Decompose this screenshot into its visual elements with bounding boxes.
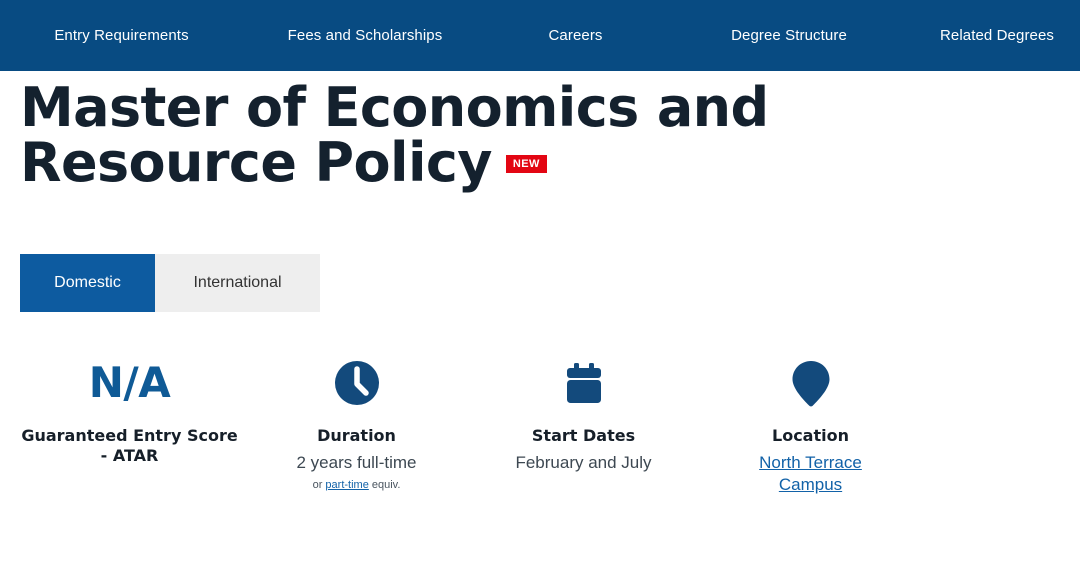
- tab-domestic[interactable]: Domestic: [20, 254, 155, 312]
- fact-card-duration: Duration 2 years full-time or part-time …: [243, 352, 470, 496]
- page-header: Master of Economics and Resource Policy N…: [0, 80, 1050, 190]
- tab-international[interactable]: International: [155, 254, 320, 312]
- nav-item-fees-and-scholarships[interactable]: Fees and Scholarships: [243, 28, 487, 43]
- new-badge: NEW: [505, 155, 547, 174]
- atar-value: N/A: [88, 358, 171, 407]
- start-dates-value: February and July: [515, 453, 652, 472]
- nav-item-degree-structure[interactable]: Degree Structure: [664, 28, 914, 43]
- nav-item-related-degrees[interactable]: Related Degrees: [914, 28, 1080, 43]
- clock-icon: [333, 352, 381, 414]
- top-navigation-bar: Entry Requirements Fees and Scholarships…: [0, 0, 1080, 71]
- part-time-link[interactable]: part-time: [325, 479, 368, 491]
- location-label: Location: [772, 426, 849, 445]
- duration-sub-suffix: equiv.: [368, 478, 401, 491]
- duration-sub: or part-time equiv.: [313, 479, 401, 491]
- calendar-icon: [560, 352, 608, 414]
- nav-item-entry-requirements[interactable]: Entry Requirements: [0, 28, 243, 43]
- atar-label: Guaranteed Entry Score - ATAR: [21, 426, 238, 465]
- duration-label: Duration: [317, 426, 396, 445]
- map-pin-icon: [787, 352, 835, 414]
- fact-card-atar: N/A Guaranteed Entry Score - ATAR: [16, 352, 243, 496]
- nav-item-careers[interactable]: Careers: [487, 28, 664, 43]
- fact-card-location: Location North Terrace Campus: [697, 352, 924, 496]
- start-dates-label: Start Dates: [531, 426, 636, 445]
- fact-card-start-dates: Start Dates February and July: [470, 352, 697, 496]
- location-campus-link[interactable]: North Terrace Campus: [736, 452, 886, 496]
- degree-facts-row: N/A Guaranteed Entry Score - ATAR Durati…: [10, 352, 1070, 496]
- atar-value-slot: N/A: [89, 352, 171, 414]
- page-title-text: Master of Economics and Resource Policy: [20, 76, 769, 195]
- tab-domestic-label: Domestic: [54, 274, 121, 291]
- page-title: Master of Economics and Resource Policy N…: [20, 80, 1050, 190]
- audience-tabs: Domestic International: [20, 254, 320, 312]
- duration-sub-prefix: or: [312, 478, 326, 491]
- tab-international-label: International: [193, 274, 282, 291]
- duration-value: 2 years full-time: [296, 453, 417, 472]
